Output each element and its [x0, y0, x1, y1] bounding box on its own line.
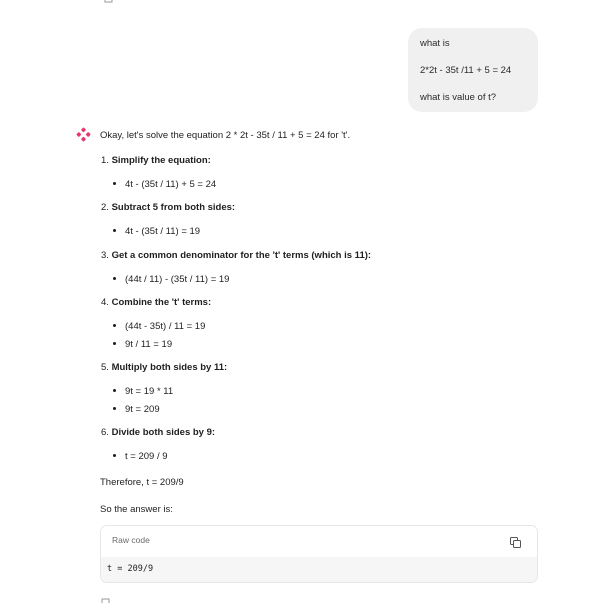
list-item: t = 209 / 9	[113, 450, 168, 464]
list-item-text: 4t - (35t / 11) = 19	[125, 226, 201, 237]
list-item: (44t - 35t) / 11 = 19	[113, 320, 205, 334]
step-title-text: Subtract 5 from both sides:	[111, 202, 236, 213]
copy-icon[interactable]	[101, 0, 113, 5]
bullet-dot	[113, 406, 116, 410]
list-item: (44t / 11) - (35t / 11) = 19	[113, 273, 229, 287]
list-item: 9t / 11 = 19	[113, 338, 172, 352]
assistant-sparkle-icon	[76, 127, 91, 142]
bullet-dot	[113, 276, 116, 280]
list-item: 9t = 19 * 11	[113, 385, 173, 399]
list-item: 4t - (35t / 11) = 19	[113, 225, 200, 239]
list-item-text: (44t / 11) - (35t / 11) = 19	[125, 274, 230, 285]
step-title-text: Divide both sides by 9:	[111, 427, 216, 438]
list-item: 9t = 209	[113, 403, 160, 417]
list-item-text: 9t = 209	[125, 404, 160, 415]
bullet-dot	[113, 388, 116, 392]
step-title-text: Multiply both sides by 11:	[111, 362, 228, 373]
chat-page: what is 2*2t - 35t /11 + 5 = 24 what is …	[0, 0, 594, 603]
user-message-line: what is value of t?	[420, 92, 497, 103]
list-item-text: (44t - 35t) / 11 = 19	[125, 321, 206, 332]
step-number: 3.	[101, 250, 109, 261]
step-title: 2. Subtract 5 from both sides:	[101, 201, 235, 215]
code-language-label: Raw code	[112, 535, 150, 545]
list-item-text: 4t - (35t / 11) + 5 = 24	[125, 179, 217, 190]
code-block-header: Raw code	[101, 526, 537, 557]
list-item-text: t = 209 / 9	[125, 451, 168, 462]
assistant-intro: Okay, let's solve the equation 2 * 2t - …	[100, 130, 351, 141]
answer-lead-text: So the answer is:	[100, 504, 173, 515]
step-number: 6.	[101, 427, 109, 438]
list-item-text: 9t = 19 * 11	[125, 386, 174, 397]
step-number: 1.	[101, 155, 109, 166]
code-text: t = 209/9	[107, 564, 154, 574]
user-message-line: 2*2t - 35t /11 + 5 = 24	[420, 65, 512, 76]
step-title: 1. Simplify the equation:	[101, 154, 211, 168]
step-title: 4. Combine the 't' terms:	[101, 296, 211, 310]
step-number: 5.	[101, 362, 109, 373]
bullet-dot	[113, 323, 116, 327]
step-title: 5. Multiply both sides by 11:	[101, 361, 227, 375]
step-title-text: Get a common denominator for the 't' ter…	[111, 250, 372, 261]
code-block: Raw code t = 209/9	[100, 525, 538, 583]
bullet-dot	[113, 181, 116, 185]
list-item-text: 9t / 11 = 19	[125, 339, 173, 350]
step-title: 6. Divide both sides by 9:	[101, 426, 215, 440]
list-item: 4t - (35t / 11) + 5 = 24	[113, 178, 216, 192]
bullet-dot	[113, 453, 116, 457]
step-title-text: Simplify the equation:	[111, 155, 211, 166]
bullet-dot	[113, 228, 116, 232]
bullet-dot	[113, 341, 116, 345]
step-title-text: Combine the 't' terms:	[111, 297, 212, 308]
step-title: 3. Get a common denominator for the 't' …	[101, 249, 371, 263]
conclusion-text: Therefore, t = 209/9	[100, 477, 184, 488]
user-message-bubble: what is 2*2t - 35t /11 + 5 = 24 what is …	[408, 28, 538, 112]
copy-icon[interactable]	[510, 537, 521, 548]
step-number: 4.	[101, 297, 109, 308]
code-block-body: t = 209/9	[101, 557, 537, 582]
step-number: 2.	[101, 202, 109, 213]
user-message-line: what is	[420, 38, 450, 49]
copy-icon[interactable]	[101, 598, 111, 603]
